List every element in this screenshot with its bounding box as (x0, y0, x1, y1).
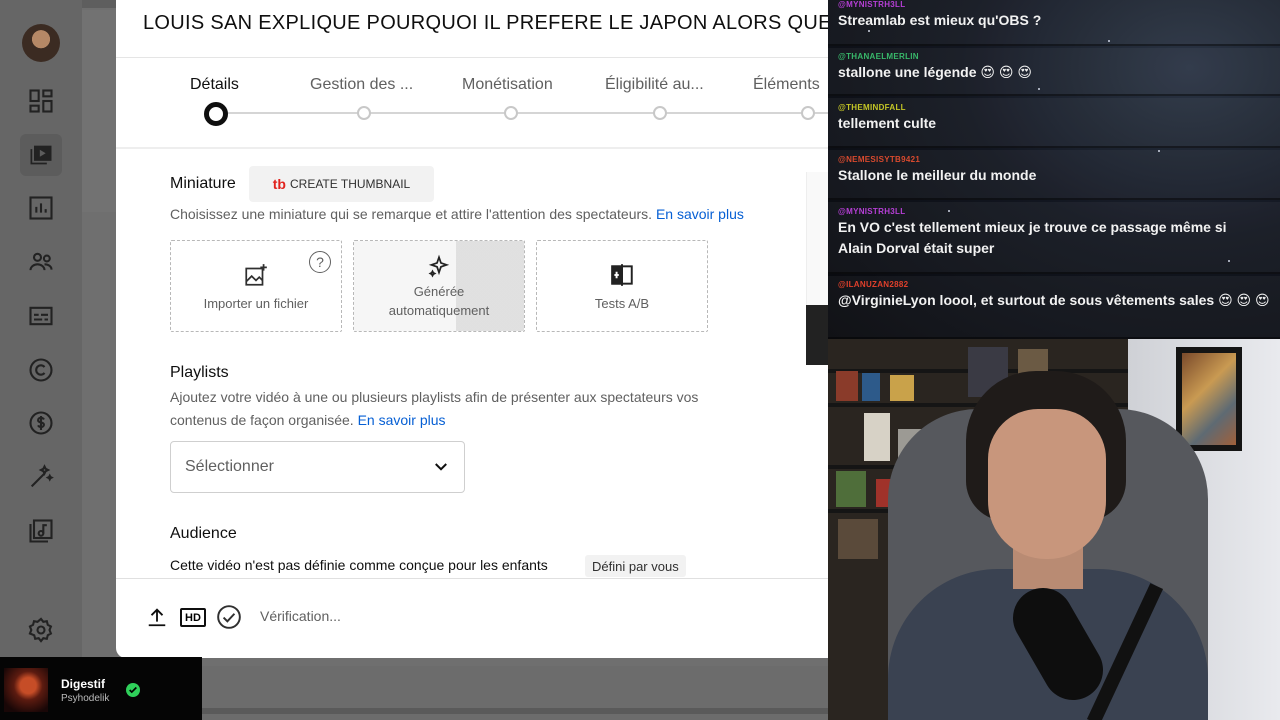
step-management[interactable]: Gestion des ... (310, 76, 413, 94)
chat-text: Streamlab est mieux qu'OBS ? (838, 12, 1042, 28)
chat-message: @NEMESISYTB9421 Stallone le meilleur du … (828, 150, 1280, 200)
help-icon[interactable]: ? (309, 251, 331, 273)
playlist-select[interactable]: Sélectionner (170, 441, 465, 493)
chat-message: @THEMINDFALL tellement culte (828, 98, 1280, 148)
video-preview-thumbnail (806, 305, 828, 365)
checks-status: Vérification... (260, 608, 341, 624)
playlists-description-line-2: contenus de façon organisée. (170, 412, 354, 428)
upload-thumbnail-label: Importer un fichier (203, 295, 309, 311)
chat-text: En VO c'est tellement mieux je trouve ce… (838, 219, 1227, 256)
webcam-wall-painting (1176, 347, 1242, 451)
ab-test-icon (611, 263, 633, 286)
step-monetization[interactable]: Monétisation (462, 76, 553, 94)
monetization-icon[interactable] (20, 402, 62, 444)
step-dot-eligibility[interactable] (653, 106, 667, 120)
album-art (4, 668, 48, 712)
audience-badge: Défini par vous (585, 555, 686, 577)
step-dot-monetization[interactable] (504, 106, 518, 120)
playlists-title: Playlists (170, 364, 229, 381)
auto-thumbnail-label-2: automatiquement (388, 303, 490, 318)
upload-thumbnail-option[interactable]: ? Importer un fichier (170, 240, 342, 332)
sparkle-icon (428, 254, 450, 278)
audio-library-icon[interactable] (20, 510, 62, 552)
analytics-icon[interactable] (20, 187, 62, 229)
stepper-divider (116, 147, 828, 149)
studio-footer-line (202, 708, 828, 714)
chat-message: @MYNISTRH3LL Streamlab est mieux qu'OBS … (828, 0, 1280, 46)
content-icon[interactable] (20, 134, 62, 176)
step-details[interactable]: Détails (190, 76, 239, 94)
chat-text: tellement culte (838, 115, 937, 131)
playlist-select-value: Sélectionner (185, 458, 274, 475)
webcam-streamer-face (988, 409, 1106, 559)
step-dot-details[interactable] (204, 102, 228, 126)
stepper-track (216, 112, 828, 114)
upload-icon[interactable] (144, 604, 170, 630)
chat-text: @VirginieLyon loool, et surtout de sous … (838, 292, 1270, 308)
chat-username: @ILANUZAN2882 (838, 280, 909, 289)
webcam-feed (828, 339, 1280, 720)
audience-title: Audience (170, 525, 237, 542)
chat-message: @ILANUZAN2882 @VirginieLyon loool, et su… (828, 276, 1280, 339)
audience-status-text: Cette vidéo n'est pas définie comme conç… (170, 557, 548, 573)
chevron-down-icon (435, 463, 447, 471)
chat-message: @THANAELMERLIN stallone une légende 😍 😍 … (828, 48, 1280, 96)
step-dot-elements[interactable] (801, 106, 815, 120)
thumbnail-description-text: Choisissez une miniature qui se remarque… (170, 206, 653, 222)
playlists-description-line-1: Ajoutez votre vidéo à une ou plusieurs p… (170, 389, 699, 405)
auto-thumbnail-option[interactable]: Générée automatiquement (353, 240, 525, 332)
check-circle-icon (216, 604, 242, 630)
check-icon (126, 683, 140, 697)
subtitles-icon[interactable] (20, 295, 62, 337)
step-elements[interactable]: Éléments (753, 76, 820, 94)
header-divider (116, 57, 828, 58)
settings-icon[interactable] (20, 609, 62, 651)
chat-username: @THEMINDFALL (838, 103, 906, 112)
copyright-icon[interactable] (20, 349, 62, 391)
step-eligibility[interactable]: Éligibilité au... (605, 76, 704, 94)
chat-username: @THANAELMERLIN (838, 52, 919, 61)
step-dot-management[interactable] (357, 106, 371, 120)
track-name: Digestif (61, 677, 106, 691)
thumbnail-learn-more-link[interactable]: En savoir plus (656, 206, 744, 222)
community-icon[interactable] (20, 241, 62, 283)
dashboard-icon[interactable] (20, 80, 62, 122)
playlists-learn-more-link[interactable]: En savoir plus (358, 412, 446, 428)
studio-sidebar (0, 0, 82, 720)
ab-test-option[interactable]: Tests A/B (536, 240, 708, 332)
playlists-description: Ajoutez votre vidéo à une ou plusieurs p… (170, 386, 770, 432)
artist-name: Psyhodelik (61, 693, 110, 704)
create-thumbnail-label: CREATE THUMBNAIL (289, 177, 411, 191)
ab-test-label: Tests A/B (594, 295, 650, 311)
footer-divider (116, 578, 828, 579)
thumbnail-title: Miniature (170, 175, 236, 192)
upload-details-dialog: LOUIS SAN EXPLIQUE POURQUOI IL PREFERE L… (116, 0, 828, 658)
video-title: LOUIS SAN EXPLIQUE POURQUOI IL PREFERE L… (143, 12, 828, 34)
channel-avatar[interactable] (22, 24, 60, 62)
add-image-icon (245, 263, 267, 286)
stream-chat-overlay: @MYNISTRH3LL Streamlab est mieux qu'OBS … (828, 0, 1280, 339)
now-playing-widget: Digestif Psyhodelik (0, 657, 202, 720)
chat-username: @MYNISTRH3LL (838, 0, 906, 9)
customization-icon[interactable] (20, 456, 62, 498)
chat-text: stallone une légende 😍 😍 😍 (838, 64, 1032, 80)
chat-username: @MYNISTRH3LL (838, 207, 906, 216)
hd-icon: HD (180, 608, 206, 627)
chat-message: @MYNISTRH3LL En VO c'est tellement mieux… (828, 202, 1280, 274)
thumbnail-tool-logo-icon: tb (272, 176, 286, 192)
chat-username: @NEMESISYTB9421 (838, 155, 921, 164)
create-thumbnail-button[interactable]: tb CREATE THUMBNAIL (249, 166, 434, 202)
thumbnail-description: Choisissez une miniature qui se remarque… (170, 203, 744, 226)
chat-text: Stallone le meilleur du monde (838, 167, 1037, 183)
auto-thumbnail-label-1: Générée (413, 284, 465, 299)
